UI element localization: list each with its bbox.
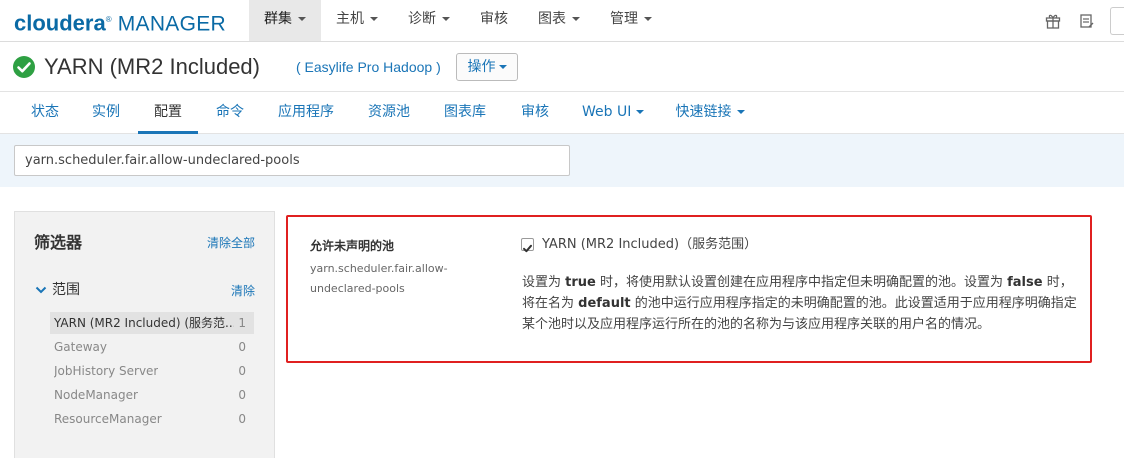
property-display-name: 允许未声明的池 xyxy=(310,239,395,253)
tab-quick-links[interactable]: 快速链接 xyxy=(673,92,747,134)
nav-hosts[interactable]: 主机 xyxy=(321,0,393,41)
app-root: cloudera® MANAGER 群集 主机 诊断 审核 图表 管理 YARN… xyxy=(0,0,1124,458)
scope-clear-link[interactable]: 清除 xyxy=(231,283,255,299)
nav-audits[interactable]: 审核 xyxy=(465,0,523,41)
caret-down-icon xyxy=(370,17,378,21)
tab-resource-pools[interactable]: 资源池 xyxy=(367,92,411,134)
cluster-link[interactable]: ( Easylife Pro Hadoop ) xyxy=(296,58,441,76)
service-subnav: 状态 实例 配置 命令 应用程序 资源池 图表库 审核 Web UI 快速链接 xyxy=(0,91,1124,134)
service-title: YARN (MR2 Included) xyxy=(44,54,260,79)
caret-down-icon xyxy=(498,65,507,69)
scope-item-service-wide[interactable]: YARN (MR2 Included) (服务范... 1 xyxy=(50,312,254,334)
filter-title: 筛选器 xyxy=(34,233,83,252)
tab-audits[interactable]: 审核 xyxy=(520,92,550,134)
main-nav: 群集 主机 诊断 审核 图表 管理 xyxy=(249,0,667,41)
property-value-label: YARN (MR2 Included)（服务范围） xyxy=(542,237,758,252)
checkmark-icon xyxy=(523,244,532,253)
property-description: 设置为 true 时，将使用默认设置创建在应用程序中指定但未明确配置的池。设置为… xyxy=(522,275,1077,332)
gift-icon[interactable] xyxy=(1036,0,1070,41)
property-checkbox[interactable] xyxy=(521,238,534,253)
scope-item-resourcemanager[interactable]: ResourceManager 0 xyxy=(50,408,254,430)
caret-down-icon xyxy=(572,17,580,21)
clear-all-link[interactable]: 清除全部 xyxy=(207,235,255,251)
caret-down-icon xyxy=(442,17,450,21)
cloudera-manager-logo[interactable]: cloudera® MANAGER xyxy=(14,7,226,37)
caret-down-icon xyxy=(298,17,306,21)
scope-toggle[interactable]: 范围 xyxy=(34,279,80,299)
nav-diagnostics[interactable]: 诊断 xyxy=(393,0,465,41)
scope-item-nodemanager[interactable]: NodeManager 0 xyxy=(50,384,254,406)
tab-applications[interactable]: 应用程序 xyxy=(277,92,335,134)
global-search-input[interactable] xyxy=(1110,6,1124,35)
tab-instances[interactable]: 实例 xyxy=(91,92,121,134)
tab-status[interactable]: 状态 xyxy=(30,92,60,134)
chevron-down-icon xyxy=(34,282,48,296)
property-key: yarn.scheduler.fair.allow-undeclared-poo… xyxy=(310,262,448,295)
tab-configuration[interactable]: 配置 xyxy=(138,92,198,134)
nav-clusters[interactable]: 群集 xyxy=(249,0,321,41)
config-search-input[interactable] xyxy=(14,145,570,176)
caret-down-icon xyxy=(644,17,652,21)
top-bar: cloudera® MANAGER 群集 主机 诊断 审核 图表 管理 xyxy=(0,0,1124,42)
tab-chart-library[interactable]: 图表库 xyxy=(443,92,487,134)
tab-web-ui[interactable]: Web UI xyxy=(582,92,645,134)
scope-item-gateway[interactable]: Gateway 0 xyxy=(50,336,254,358)
nav-administration[interactable]: 管理 xyxy=(595,0,667,41)
caret-down-icon xyxy=(636,110,645,114)
scope-label: 范围 xyxy=(52,282,80,298)
scope-item-jobhistory-server[interactable]: JobHistory Server 0 xyxy=(50,360,254,382)
status-ok-icon xyxy=(13,56,35,82)
actions-dropdown-button[interactable]: 操作 xyxy=(456,53,518,81)
nav-charts[interactable]: 图表 xyxy=(523,0,595,41)
caret-down-icon xyxy=(736,110,745,114)
tasks-icon[interactable] xyxy=(1070,0,1104,41)
tab-commands[interactable]: 命令 xyxy=(215,92,245,134)
top-right-icons xyxy=(1036,0,1124,41)
